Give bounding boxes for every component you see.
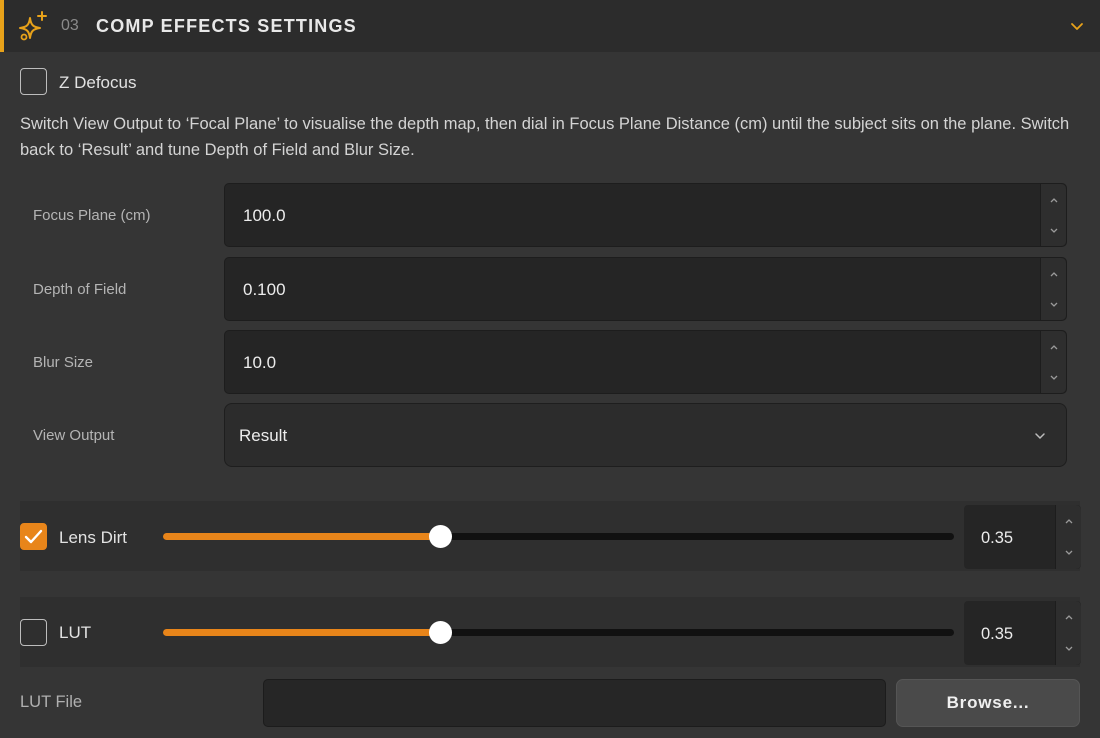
section-header[interactable]: 03 COMP EFFECTS SETTINGS [0, 0, 1100, 52]
lens-dirt-number-input[interactable]: 0.35 [964, 505, 1081, 569]
increment-icon[interactable] [1056, 505, 1082, 537]
lut-slider-fill [163, 629, 440, 636]
lut-value[interactable]: 0.35 [981, 625, 1013, 644]
blur-size-label: Blur Size [33, 354, 94, 371]
blur-size-spinner[interactable] [1040, 331, 1066, 393]
view-output-select[interactable]: Result [224, 403, 1067, 467]
increment-icon[interactable] [1041, 258, 1067, 289]
checkmark-icon [24, 529, 42, 543]
sparkle-icon [19, 11, 47, 41]
z-defocus-label: Z Defocus [59, 73, 137, 92]
lens-dirt-slider-fill [163, 533, 440, 540]
section-title: COMP EFFECTS SETTINGS [96, 16, 357, 36]
z-defocus-checkbox[interactable] [20, 68, 47, 95]
increment-icon[interactable] [1056, 601, 1082, 633]
focus-plane-input[interactable]: 100.0 [224, 183, 1067, 247]
focus-plane-value[interactable]: 100.0 [243, 206, 286, 226]
increment-icon[interactable] [1041, 184, 1067, 215]
lut-slider-handle[interactable] [428, 621, 452, 644]
browse-button[interactable]: Browse... [896, 679, 1080, 727]
decrement-icon[interactable] [1056, 633, 1082, 665]
lens-dirt-spinner[interactable] [1055, 505, 1081, 569]
lut-file-label: LUT File [20, 693, 83, 711]
lens-dirt-row: Lens Dirt 0.35 [20, 501, 1081, 571]
focus-plane-label: Focus Plane (cm) [33, 207, 151, 224]
increment-icon[interactable] [1041, 331, 1067, 362]
lens-dirt-value[interactable]: 0.35 [981, 529, 1013, 548]
depth-of-field-spinner[interactable] [1040, 258, 1066, 320]
lens-dirt-slider-handle[interactable] [428, 525, 452, 548]
depth-of-field-label: Depth of Field [33, 281, 127, 298]
decrement-icon[interactable] [1041, 289, 1067, 320]
depth-of-field-value[interactable]: 0.100 [243, 280, 286, 300]
lut-slider[interactable] [163, 621, 954, 644]
lens-dirt-checkbox[interactable] [20, 523, 47, 550]
decrement-icon[interactable] [1056, 537, 1082, 569]
lut-checkbox[interactable] [20, 619, 47, 646]
lens-dirt-slider[interactable] [163, 525, 954, 548]
lut-file-input[interactable] [263, 679, 886, 727]
blur-size-input[interactable]: 10.0 [224, 330, 1067, 394]
section-number: 03 [61, 17, 79, 34]
lut-label: LUT [59, 623, 92, 642]
view-output-label: View Output [33, 427, 115, 444]
chevron-down-icon[interactable] [1032, 428, 1048, 444]
depth-of-field-input[interactable]: 0.100 [224, 257, 1067, 321]
blur-size-value[interactable]: 10.0 [243, 353, 276, 373]
lut-row: LUT 0.35 [20, 597, 1081, 667]
lut-spinner[interactable] [1055, 601, 1081, 665]
decrement-icon[interactable] [1041, 362, 1067, 393]
z-defocus-description: Switch View Output to ‘Focal Plane’ to v… [20, 115, 1070, 159]
focus-plane-spinner[interactable] [1040, 184, 1066, 246]
chevron-down-icon[interactable] [1068, 17, 1086, 35]
view-output-value: Result [239, 426, 288, 445]
lens-dirt-label: Lens Dirt [59, 528, 128, 547]
decrement-icon[interactable] [1041, 215, 1067, 246]
lut-number-input[interactable]: 0.35 [964, 601, 1081, 665]
